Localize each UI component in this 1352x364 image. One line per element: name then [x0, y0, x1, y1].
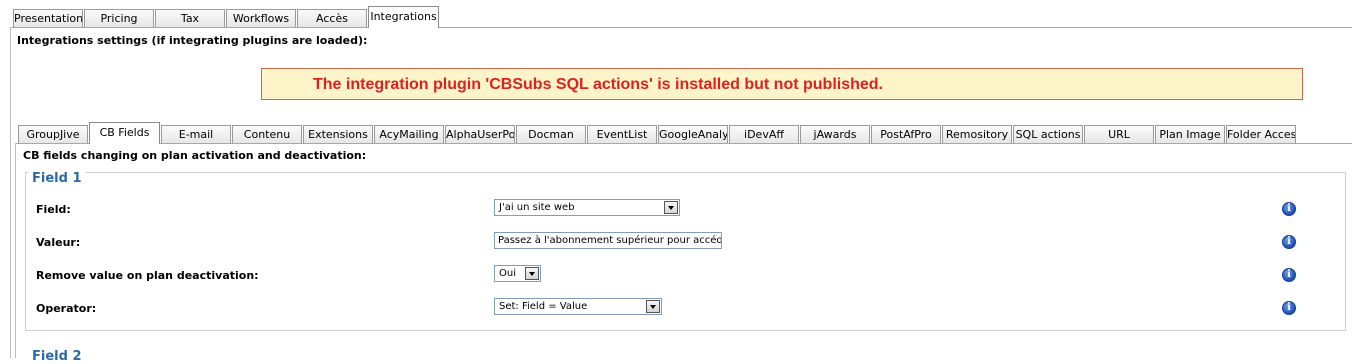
tab-remository[interactable]: Remository — [942, 125, 1012, 143]
operator-label: Operator: — [36, 302, 97, 315]
tab-postafpro[interactable]: PostAfPro — [871, 125, 941, 143]
tab-pricing[interactable]: Pricing — [84, 9, 154, 27]
tab-presentation[interactable]: Presentation — [13, 9, 83, 27]
operator-select-value: Set: Field = Value — [499, 301, 588, 312]
remove-value-select-value: Oui — [499, 268, 516, 279]
tab-extensions[interactable]: Extensions — [303, 125, 373, 143]
valeur-input[interactable]: Passez à l'abonnement supérieur pour acc… — [494, 232, 722, 249]
cb-fields-heading: CB fields changing on plan activation an… — [23, 149, 367, 162]
remove-value-label: Remove value on plan deactivation: — [36, 269, 259, 282]
plugin-warning-notice: The integration plugin 'CBSubs SQL actio… — [261, 68, 1303, 100]
panel-left-border — [10, 27, 11, 358]
tab-folder-access[interactable]: Folder Access — [1226, 125, 1296, 143]
sub-panel-left-border — [15, 143, 16, 358]
field-select-value: J'ai un site web — [499, 202, 575, 213]
tab-workflows[interactable]: Workflows — [226, 9, 296, 27]
integrations-heading: Integrations settings (if integrating pl… — [17, 34, 368, 47]
tab-plan-image[interactable]: Plan Image — [1155, 125, 1225, 143]
tab-docman[interactable]: Docman — [516, 125, 586, 143]
tab-groupjive[interactable]: GroupJive — [18, 125, 88, 143]
sub-tab-underline — [15, 143, 1352, 144]
tab-integrations[interactable]: Integrations — [368, 6, 439, 28]
chevron-down-icon[interactable] — [664, 201, 678, 214]
tab-jawards[interactable]: jAwards — [800, 125, 870, 143]
info-icon[interactable]: i — [1282, 202, 1296, 216]
info-icon[interactable]: i — [1282, 301, 1296, 315]
info-icon[interactable]: i — [1282, 268, 1296, 282]
top-tab-underline — [10, 27, 1352, 28]
tab-cb-fields[interactable]: CB Fields — [89, 122, 160, 144]
field-1-fieldset — [25, 172, 1346, 331]
operator-select[interactable]: Set: Field = Value — [494, 298, 662, 315]
tab-eventlist[interactable]: EventList — [587, 125, 657, 143]
field-label: Field: — [36, 203, 71, 216]
tab-idevaff[interactable]: iDevAff — [729, 125, 799, 143]
tab-sql-actions[interactable]: SQL actions — [1013, 125, 1083, 143]
chevron-down-icon[interactable] — [646, 300, 660, 313]
valeur-label: Valeur: — [36, 236, 81, 249]
tab-alphauserpoints[interactable]: AlphaUserPoin — [445, 125, 515, 143]
tab-email[interactable]: E-mail — [161, 125, 231, 143]
field-1-legend: Field 1 — [28, 171, 86, 186]
tab-url[interactable]: URL — [1084, 125, 1154, 143]
tab-acymailing[interactable]: AcyMailing — [374, 125, 444, 143]
tab-tax[interactable]: Tax — [155, 9, 225, 27]
remove-value-select[interactable]: Oui — [494, 265, 541, 282]
tab-googleanalytics[interactable]: GoogleAnalytic — [658, 125, 728, 143]
field-2-legend: Field 2 — [28, 349, 86, 364]
field-select[interactable]: J'ai un site web — [494, 199, 680, 216]
info-icon[interactable]: i — [1282, 235, 1296, 249]
tab-acces[interactable]: Accès — [297, 9, 367, 27]
tab-contenu[interactable]: Contenu — [232, 125, 302, 143]
chevron-down-icon[interactable] — [525, 267, 539, 280]
